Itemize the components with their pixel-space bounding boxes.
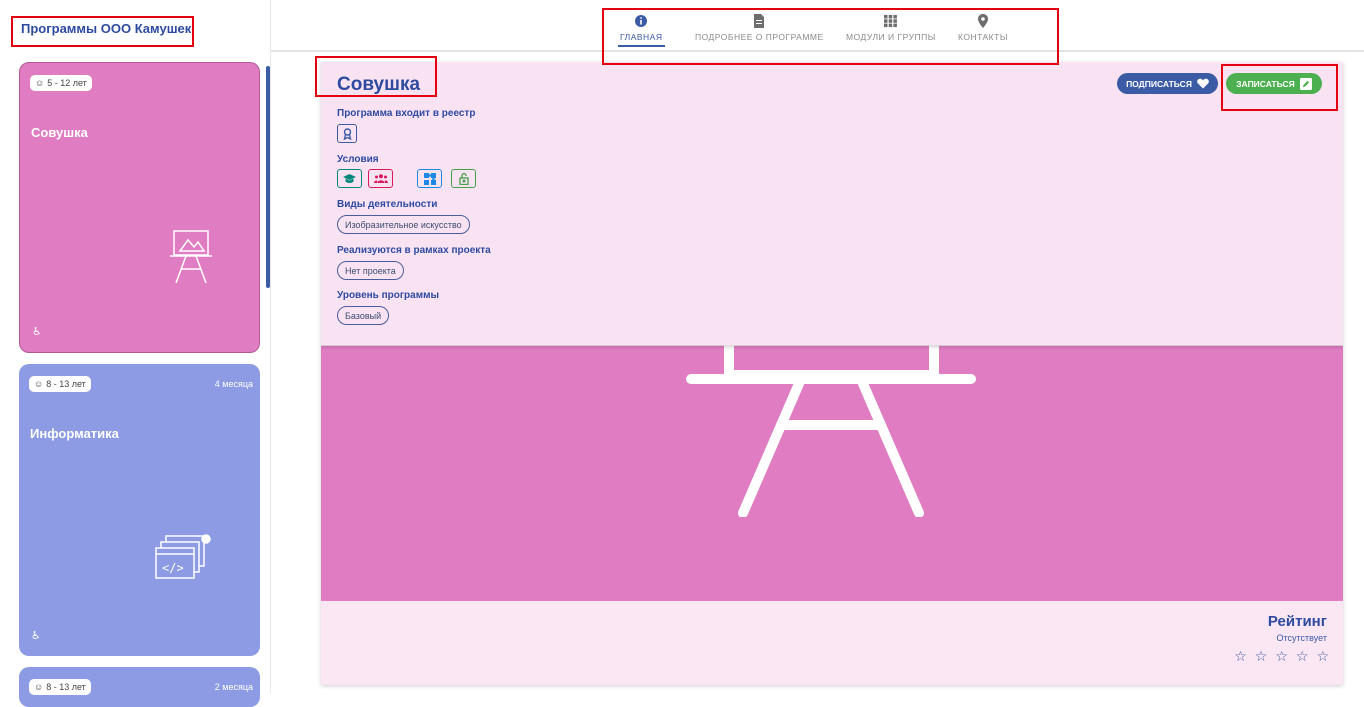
- project-label: Реализуются в рамках проекта: [337, 245, 491, 256]
- smiley-icon: ☺: [34, 682, 44, 692]
- active-tab-indicator: [618, 45, 665, 47]
- program-card-informatika[interactable]: ☺ 8 - 13 лет 4 месяца Информатика </> ♿: [19, 364, 260, 656]
- tab-modules-groups[interactable]: МОДУЛИ И ГРУППЫ: [846, 14, 936, 42]
- easel-icon: [170, 230, 212, 284]
- star-icon[interactable]: ☆: [1255, 648, 1268, 665]
- star-icon[interactable]: ☆: [1296, 648, 1309, 665]
- tab-main[interactable]: ГЛАВНАЯ: [618, 14, 665, 47]
- registry-label: Программа входит в реестр: [337, 108, 476, 119]
- age-badge: ☺ 8 - 13 лет: [29, 376, 91, 392]
- level-chip[interactable]: Базовый: [337, 306, 390, 325]
- document-icon: [754, 14, 765, 28]
- registry-badge[interactable]: [337, 124, 357, 143]
- star-icon[interactable]: ☆: [1316, 648, 1329, 665]
- organization-title: Программы ООО Камушек: [21, 21, 192, 36]
- location-pin-icon: [977, 14, 988, 28]
- group-icon[interactable]: [368, 169, 393, 188]
- activities-label: Виды деятельности: [337, 199, 438, 210]
- lock-open-icon[interactable]: [451, 169, 476, 188]
- project-chip[interactable]: Нет проекта: [337, 261, 404, 280]
- heart-icon: [1197, 78, 1209, 89]
- subscribe-button[interactable]: ПОДПИСАТЬСЯ: [1117, 73, 1218, 94]
- tab-program-details[interactable]: ПОДРОБНЕЕ О ПРОГРАММЕ: [695, 14, 824, 42]
- program-card-3[interactable]: ☺ 8 - 13 лет 2 месяца: [19, 667, 260, 707]
- rating-title: Рейтинг: [1267, 613, 1327, 630]
- program-detail-card: Совушка Программа входит в реестр Услови…: [321, 62, 1343, 685]
- program-card-sovushka[interactable]: ☺ 5 - 12 лет Совушка ♿: [19, 62, 260, 353]
- svg-text:</>: </>: [162, 561, 184, 575]
- top-navigation: ГЛАВНАЯ ПОДРОБНЕЕ О ПРОГРАММЕ МОДУЛИ И Г…: [271, 0, 1364, 52]
- age-badge: ☺ 5 - 12 лет: [30, 75, 92, 91]
- graduation-cap-icon[interactable]: [337, 169, 362, 188]
- star-icon[interactable]: ☆: [1275, 648, 1288, 665]
- star-icon[interactable]: ☆: [1234, 648, 1247, 665]
- accessibility-icon: ♿: [32, 326, 42, 338]
- program-info-panel: Совушка Программа входит в реестр Услови…: [321, 62, 1343, 345]
- age-badge: ☺ 8 - 13 лет: [29, 679, 91, 695]
- programs-sidebar: Программы ООО Камушек ☺ 5 - 12 лет Совуш…: [0, 0, 270, 707]
- enroll-button[interactable]: ЗАПИСАТЬСЯ: [1226, 73, 1322, 94]
- code-window-icon: </>: [155, 534, 211, 579]
- info-icon: [635, 15, 648, 27]
- sidebar-divider: [270, 0, 271, 694]
- accessibility-icon: ♿: [31, 630, 41, 642]
- program-title: Совушка: [337, 74, 421, 95]
- award-icon: [343, 127, 351, 140]
- duration-label: 2 месяца: [214, 682, 253, 692]
- smiley-icon: ☺: [34, 379, 44, 389]
- rating-stars[interactable]: ☆ ☆ ☆ ☆ ☆: [1234, 648, 1329, 665]
- puzzle-icon[interactable]: [417, 169, 442, 188]
- edit-icon: [1299, 77, 1312, 90]
- grid-icon: [884, 15, 898, 28]
- activity-chip[interactable]: Изобразительное искусство: [337, 215, 470, 234]
- card-title: Совушка: [31, 125, 88, 140]
- smiley-icon: ☺: [35, 78, 45, 88]
- rating-status: Отсутствует: [1276, 633, 1327, 643]
- tab-contacts[interactable]: КОНТАКТЫ: [958, 14, 1008, 42]
- conditions-label: Условия: [337, 154, 379, 165]
- level-label: Уровень программы: [337, 290, 440, 301]
- duration-label: 4 месяца: [214, 379, 253, 389]
- card-title: Информатика: [30, 426, 119, 441]
